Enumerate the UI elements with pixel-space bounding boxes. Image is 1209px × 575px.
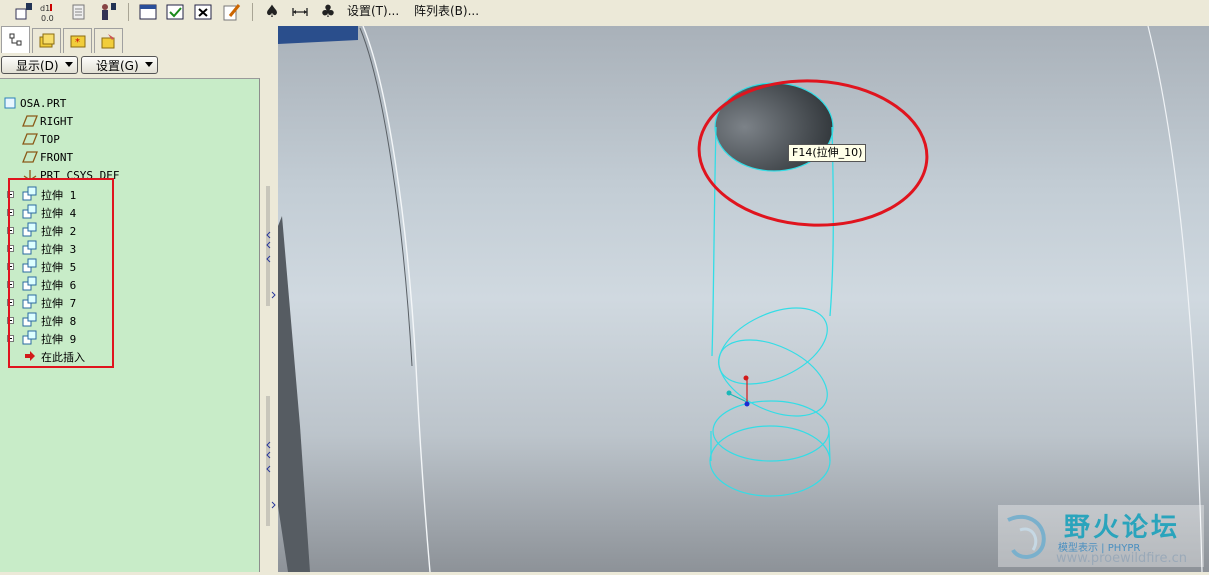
tab-connections[interactable] (94, 28, 123, 53)
highlight-box (8, 178, 114, 368)
svg-text:*: * (75, 37, 80, 48)
tree-item-label: TOP (40, 133, 60, 146)
tree-item-front[interactable]: FRONT (0, 149, 250, 167)
tab-favorites[interactable]: * (63, 28, 92, 53)
parameters-icon[interactable] (96, 1, 118, 23)
window-icon[interactable] (137, 1, 159, 23)
navigator-tabs: * (0, 26, 270, 54)
chevron-down-icon (65, 62, 73, 67)
model-graphics (278, 26, 1203, 572)
folder-icon (39, 33, 54, 48)
show-dropdown[interactable]: 显示(D) (1, 56, 78, 74)
tree-root[interactable]: OSA.PRT (0, 95, 250, 113)
pattern-table-menu[interactable]: 阵列表(B)... (414, 2, 479, 19)
tree-item-right[interactable]: RIGHT (0, 113, 250, 131)
tree-root-label: OSA.PRT (20, 97, 67, 110)
tab-model-tree[interactable] (1, 26, 30, 53)
part-icon (4, 96, 18, 113)
edit-icon[interactable] (220, 1, 242, 23)
graphics-viewport[interactable] (278, 26, 1209, 572)
settings-dropdown-label: 设置(G) (96, 58, 139, 73)
datum-plane-icon (22, 132, 38, 149)
dimension-icon[interactable] (289, 1, 311, 23)
panel-splitter[interactable] (261, 26, 277, 572)
model-tree-icon (9, 33, 21, 46)
datum-plane-icon (22, 114, 38, 131)
regenerate-values-icon[interactable]: d1 0.0 (37, 1, 59, 23)
new-feature-icon[interactable] (12, 1, 34, 23)
watermark-url: www.proewildfire.cn (1056, 551, 1187, 566)
settings-dropdown[interactable]: 设置(G) (81, 56, 158, 74)
settings-menu[interactable]: 设置(T)... (347, 2, 399, 19)
favorites-icon: * (70, 35, 85, 48)
feature-tooltip: F14(拉伸_10) (788, 144, 867, 162)
tree-item-label: FRONT (40, 151, 74, 164)
spade-icon[interactable]: ♠ (261, 1, 283, 23)
svg-text:d1: d1 (40, 4, 50, 13)
chevron-down-icon (145, 62, 153, 67)
activate-window-icon[interactable] (164, 1, 186, 23)
connections-icon (101, 34, 114, 49)
svg-text:0.0: 0.0 (41, 14, 54, 22)
club-icon[interactable]: ♣ (317, 1, 339, 23)
forum-logo-icon (1007, 514, 1046, 559)
tab-folder-browser[interactable] (32, 28, 61, 53)
watermark: 野火论坛 模型表示 | PHYPR www.proewildfire.cn (998, 505, 1204, 567)
main-toolbar: d1 0.0 ♠ ♣ 设置(T)... 阵列表(B)... (0, 0, 1209, 26)
tree-item-top[interactable]: TOP (0, 131, 250, 149)
datum-plane-icon (22, 150, 38, 167)
show-dropdown-label: 显示(D) (16, 58, 59, 73)
model-tree-options: 显示(D) 设置(G) (0, 55, 270, 77)
tree-item-label: RIGHT (40, 115, 74, 128)
relations-icon[interactable] (68, 1, 90, 23)
close-window-icon[interactable] (192, 1, 214, 23)
